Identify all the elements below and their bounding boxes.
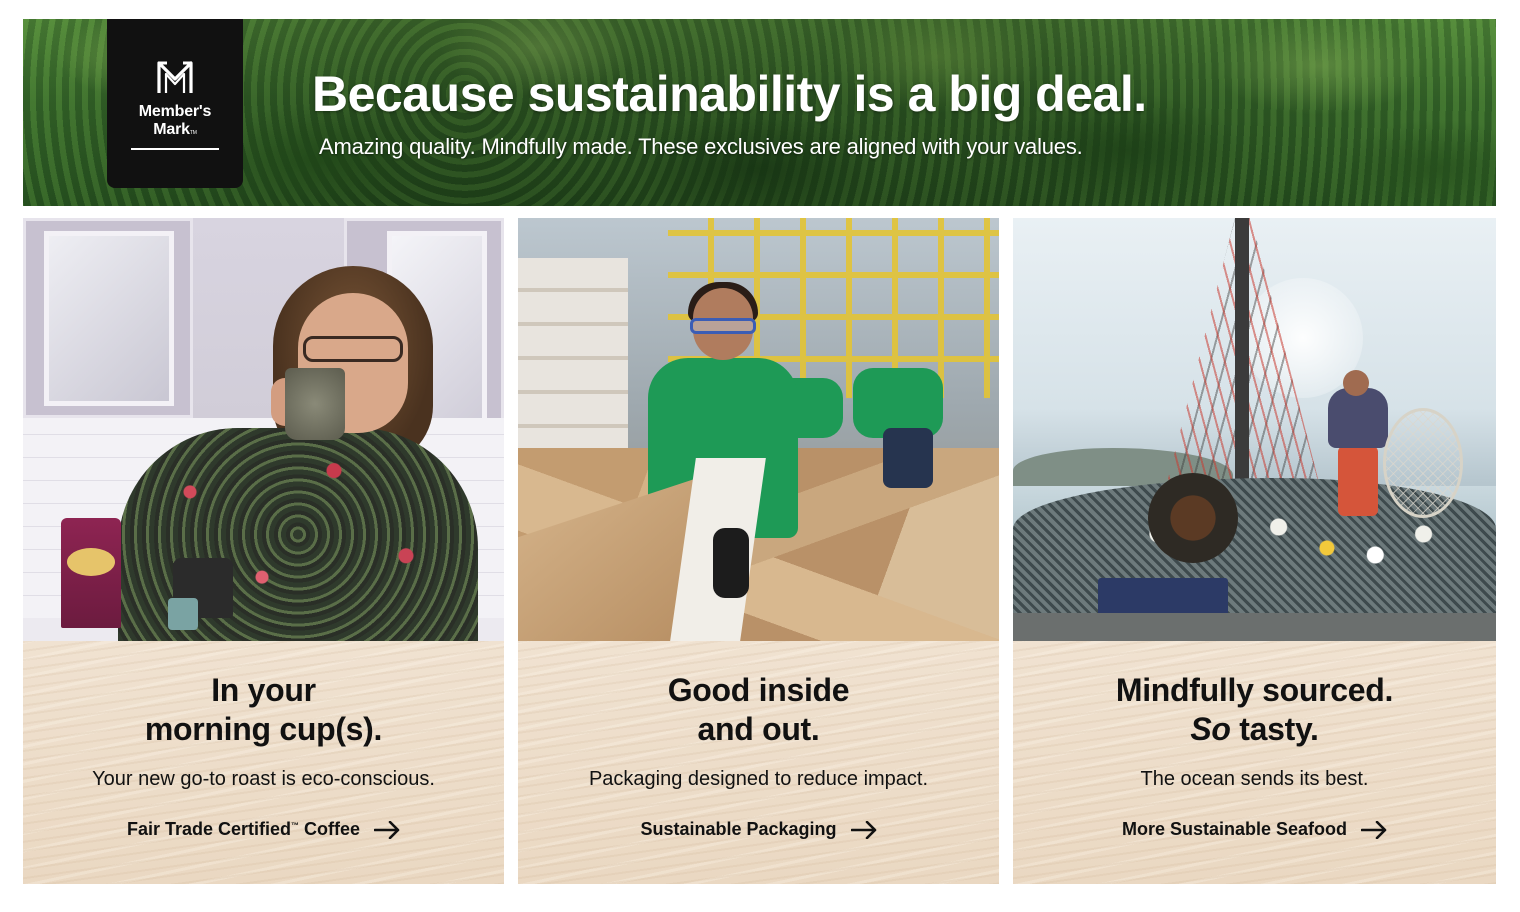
sustainable-packaging-link[interactable]: Sustainable Packaging <box>640 819 876 840</box>
logo-name-line1: Member's <box>138 103 212 120</box>
logo-underline <box>131 148 219 150</box>
card-title: In your morning cup(s). <box>144 672 383 747</box>
hero-headline: Because sustainability is a big deal. <box>312 66 1147 122</box>
packaging-photo <box>518 218 999 641</box>
card-packaging[interactable]: Good inside and out. Packaging designed … <box>518 218 999 884</box>
logo-name-line2: Mark <box>153 121 190 138</box>
card-coffee-panel: In your morning cup(s). Your new go-to r… <box>23 641 504 884</box>
card-seafood[interactable]: Mindfully sourced. So tasty. The ocean s… <box>1013 218 1496 884</box>
card-description: The ocean sends its best. <box>1140 768 1369 790</box>
card-link-label: Sustainable Packaging <box>640 819 837 839</box>
card-description: Your new go-to roast is eco-conscious. <box>92 768 435 790</box>
fair-trade-coffee-link[interactable]: Fair Trade Certified™ Coffee <box>127 819 400 840</box>
card-seafood-panel: Mindfully sourced. So tasty. The ocean s… <box>1013 641 1496 884</box>
logo-wordmark: Member's MarkTM <box>138 103 212 142</box>
coffee-mug <box>285 368 345 440</box>
card-title: Good inside and out. <box>667 672 850 747</box>
members-mark-m-icon <box>157 61 193 93</box>
coffee-bag <box>61 518 121 628</box>
card-title: Mindfully sourced. So tasty. <box>1115 672 1394 747</box>
card-link-label: More Sustainable Seafood <box>1121 819 1348 839</box>
card-coffee[interactable]: In your morning cup(s). Your new go-to r… <box>23 218 504 884</box>
card-packaging-panel: Good inside and out. Packaging designed … <box>518 641 999 884</box>
arrow-right-icon <box>850 820 876 839</box>
hero-subheadline: Amazing quality. Mindfully made. These e… <box>319 134 1083 159</box>
card-description: Packaging designed to reduce impact. <box>588 768 929 790</box>
seafood-photo <box>1013 218 1496 641</box>
arrow-right-icon <box>374 820 400 839</box>
members-mark-logo[interactable]: Member's MarkTM <box>107 19 243 188</box>
arrow-right-icon <box>1361 820 1387 839</box>
coffee-photo <box>23 218 504 641</box>
hero-banner: Member's MarkTM Because sustainability i… <box>23 19 1496 206</box>
logo-trademark: TM <box>189 130 197 136</box>
card-link-label: Fair Trade Certified <box>126 819 292 839</box>
sustainable-seafood-link[interactable]: More Sustainable Seafood <box>1122 819 1387 840</box>
